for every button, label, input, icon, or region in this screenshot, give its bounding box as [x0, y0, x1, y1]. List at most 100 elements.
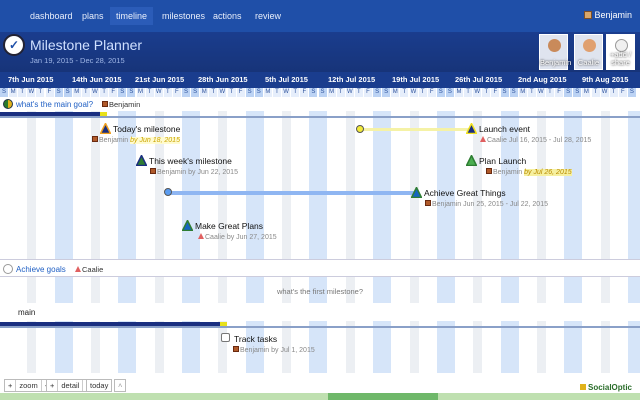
launch-event-start-handle[interactable]	[356, 125, 364, 133]
task-title[interactable]: Track tasks	[234, 334, 277, 344]
day-letter: T	[546, 88, 555, 97]
milestone-due: Jun 25, 2015 - Jul 22, 2015	[463, 201, 548, 208]
person-icon	[92, 136, 98, 142]
day-letter: T	[163, 88, 173, 97]
milestone-item[interactable]: Today's milestone Benjamin by Jun 18, 20…	[92, 121, 180, 144]
milestone-title[interactable]: Make Great Plans	[195, 221, 263, 231]
goal-title[interactable]: what's the main goal?	[16, 100, 93, 109]
day-letter: S	[191, 88, 201, 97]
day-letter: M	[518, 88, 528, 97]
section-title[interactable]: main	[18, 308, 35, 317]
day-letter: S	[382, 88, 392, 97]
nav-milestones[interactable]: milestones	[162, 11, 205, 21]
milestone-item[interactable]: Launch event Caalie Jul 16, 2015 - Jul 2…	[465, 121, 591, 144]
week-label: 2nd Aug 2015	[518, 75, 567, 84]
divider	[0, 116, 640, 118]
person-label: Benjamin	[540, 58, 572, 67]
day-letter: S	[309, 88, 319, 97]
milestone-item[interactable]: Make Great Plans Caalie by Jun 27, 2015	[181, 218, 277, 241]
nav-actions[interactable]: actions	[213, 11, 242, 21]
day-letter: S	[254, 88, 264, 97]
nav-timeline[interactable]: timeline	[110, 7, 154, 25]
day-letter: S	[373, 88, 383, 97]
achieve-great-things-span-bar[interactable]	[168, 191, 416, 195]
day-letter: S	[564, 88, 574, 97]
divider	[0, 326, 640, 328]
day-letter: W	[600, 88, 610, 97]
weekday-column	[409, 97, 419, 373]
day-letter: F	[172, 88, 182, 97]
user-name: Benjamin	[594, 10, 632, 20]
milestone-triangle-icon	[410, 185, 423, 199]
day-letter: T	[482, 88, 492, 97]
day-letter: M	[72, 88, 82, 97]
goal-row[interactable]: what's the main goal? Benjamin	[0, 97, 640, 111]
add-first-milestone-prompt[interactable]: what's the first milestone?	[0, 284, 640, 300]
day-letter: T	[273, 88, 282, 97]
day-letter: T	[100, 88, 110, 97]
person-caalie[interactable]: Caalie	[574, 34, 603, 70]
day-letter: F	[45, 88, 55, 97]
planner-logo-icon: ✓	[3, 34, 25, 56]
weekend-column	[309, 97, 328, 373]
brand-name: SocialOptic	[587, 383, 632, 392]
milestone-title[interactable]: Achieve Great Things	[424, 188, 506, 198]
zoom-in-button[interactable]: +	[5, 380, 17, 391]
day-letter: W	[91, 88, 100, 97]
nav-dashboard[interactable]: dashboard	[30, 11, 73, 21]
person-label: Caalie	[577, 58, 600, 67]
goal-row-achieve[interactable]: Achieve goals Caalie	[0, 259, 640, 277]
footer-bar	[0, 393, 640, 400]
milestone-owner: Benjamin	[493, 169, 523, 176]
milestone-item[interactable]: Plan Launch Benjamin by Jul 26, 2015	[465, 153, 572, 176]
week-label: 28th Jun 2015	[198, 75, 248, 84]
person-icon	[480, 136, 486, 142]
week-label: 26th Jul 2015	[455, 75, 503, 84]
day-letter: M	[200, 88, 210, 97]
day-letter: T	[527, 88, 537, 97]
top-nav-bar: dashboard plans timeline milestones acti…	[0, 0, 640, 32]
detail-more-button[interactable]: +	[47, 380, 59, 391]
goal-title[interactable]: Achieve goals	[16, 265, 66, 274]
day-letter: S	[127, 88, 137, 97]
milestone-item[interactable]: This week's milestone Benjamin by Jun 22…	[135, 153, 238, 176]
milestone-owner: Benjamin	[432, 201, 462, 208]
weekday-column	[600, 97, 610, 373]
nav-review[interactable]: review	[255, 11, 281, 21]
day-letter: S	[245, 88, 255, 97]
achieve-great-things-start-handle[interactable]	[164, 188, 172, 196]
milestone-title[interactable]: This week's milestone	[149, 156, 232, 166]
section-row-main[interactable]: main	[0, 303, 640, 321]
week-label: 12th Jul 2015	[328, 75, 376, 84]
detail-label: detail	[58, 380, 84, 391]
today-button[interactable]: today	[86, 379, 113, 392]
launch-event-span-bar[interactable]	[360, 128, 472, 131]
milestone-due: by Jun 27, 2015	[226, 234, 277, 241]
project-title: Milestone Planner	[30, 37, 143, 53]
day-letter: W	[282, 88, 292, 97]
milestone-meta: Caalie Jul 16, 2015 - Jul 28, 2015	[480, 136, 591, 144]
day-letter: S	[445, 88, 455, 97]
user-menu[interactable]: Benjamin	[584, 10, 632, 20]
milestone-owner: Benjamin	[99, 137, 129, 144]
scroll-up-icon[interactable]: ˄	[114, 379, 126, 392]
day-letter: M	[263, 88, 273, 97]
person-benjamin[interactable]: Benjamin	[539, 34, 572, 70]
day-letter: S	[63, 88, 73, 97]
weekday-column	[282, 97, 292, 373]
day-letter: M	[327, 88, 337, 97]
avatar-face-icon	[583, 39, 596, 52]
nav-plans[interactable]: plans	[82, 11, 104, 21]
milestone-title[interactable]: Launch event	[479, 124, 530, 134]
task-checkbox[interactable]	[221, 333, 230, 342]
add-share-button[interactable]: +add / share	[606, 34, 635, 70]
day-letter: M	[9, 88, 19, 97]
milestone-item[interactable]: Achieve Great Things Benjamin Jun 25, 20…	[410, 185, 548, 208]
day-letter: S	[54, 88, 64, 97]
day-letter: F	[491, 88, 501, 97]
milestone-meta: Benjamin by Jul 26, 2015	[486, 168, 572, 176]
milestone-title[interactable]: Plan Launch	[479, 156, 526, 166]
milestone-owner: Benjamin	[157, 169, 187, 176]
milestone-title[interactable]: Today's milestone	[113, 124, 180, 134]
day-letter: T	[418, 88, 428, 97]
